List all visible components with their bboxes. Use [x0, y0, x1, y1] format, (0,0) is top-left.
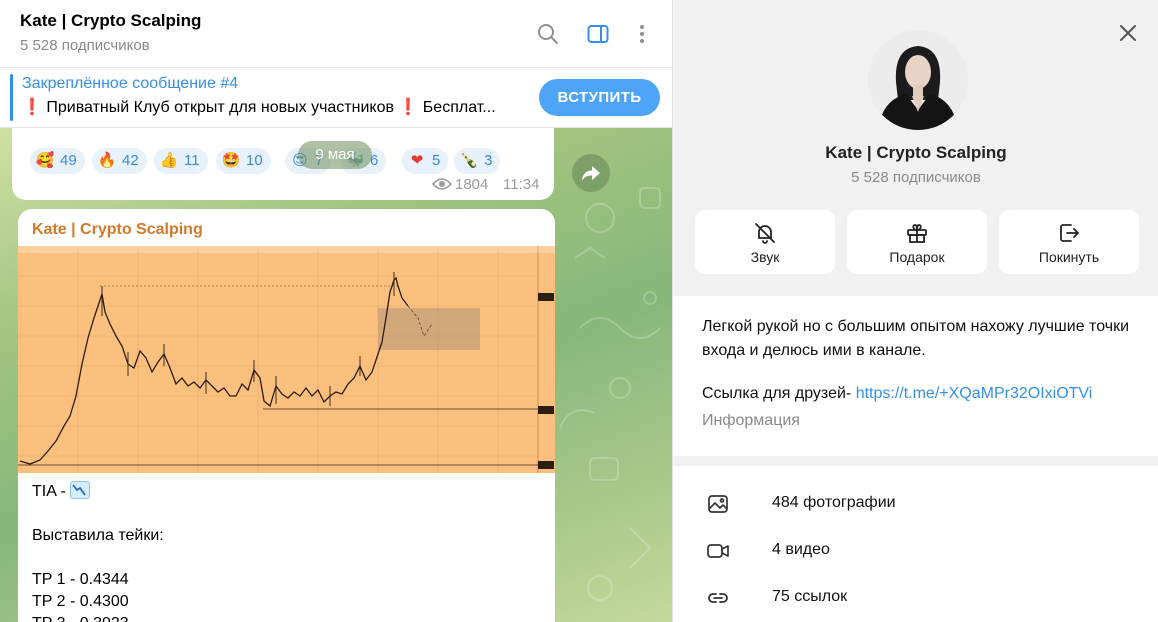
pinned-title: Закреплённое сообщение #4: [22, 75, 239, 92]
message-author[interactable]: Kate | Crypto Scalping: [32, 221, 203, 239]
reaction-emoji: 🍾: [459, 152, 479, 169]
chart-picture: [18, 246, 555, 473]
reaction-count: 3: [484, 152, 493, 169]
leave-label: Покинуть: [1038, 249, 1100, 265]
reaction-chip[interactable]: 🔥 42: [92, 148, 147, 174]
links-count: 75 ссылок: [772, 588, 848, 605]
reaction-chip[interactable]: 🤩 10: [216, 148, 271, 174]
message-text: TIA - Выставила тейки: TP 1 - 0.4344 TP …: [32, 481, 164, 622]
reaction-count: 10: [246, 152, 263, 169]
sidebar-toggle-icon[interactable]: [586, 22, 610, 46]
message-line: TP 3 - 0.3923: [32, 613, 164, 622]
reaction-chip[interactable]: ❤ 5: [402, 148, 449, 174]
forward-button[interactable]: [572, 154, 610, 192]
message-line: TP 1 - 0.4344: [32, 571, 129, 588]
photos-count: 484 фотографии: [772, 494, 896, 511]
mute-button[interactable]: Звук: [695, 210, 835, 274]
reaction-count: 5: [432, 152, 441, 169]
reaction-chip[interactable]: 👍 11: [154, 148, 208, 174]
channel-description: Легкой рукой но с большим опытом нахожу …: [702, 318, 1130, 359]
video-icon: [707, 544, 729, 558]
gift-button[interactable]: Подарок: [847, 210, 987, 274]
chat-column: Kate | Crypto Scalping 5 528 подписчиков…: [0, 0, 672, 622]
leave-icon: [1060, 224, 1079, 242]
reaction-count: 11: [184, 152, 200, 169]
message-line: TP 2 - 0.4300: [32, 593, 129, 610]
reaction-count: 49: [60, 152, 77, 169]
close-icon[interactable]: [1117, 22, 1139, 44]
message-line: [32, 547, 164, 569]
reaction-chip[interactable]: 🍾 3: [454, 148, 501, 174]
chat-subscriber-count: 5 528 подписчиков: [20, 37, 150, 54]
photo-icon: [708, 495, 728, 513]
eye-icon: [432, 178, 452, 190]
gift-label: Подарок: [889, 249, 945, 265]
message-line: Выставила тейки:: [32, 527, 164, 544]
info-label: Информация: [702, 412, 800, 429]
channel-about-section: Легкой рукой но с большим опытом нахожу …: [673, 296, 1158, 456]
view-count: 1804: [432, 176, 488, 193]
shared-media-section: 484 фотографии 4 видео 75 ссылок: [673, 466, 1158, 622]
links-row[interactable]: 75 ссылок: [673, 574, 1158, 621]
leave-button[interactable]: Покинуть: [999, 210, 1139, 274]
view-count-value: 1804: [455, 176, 489, 193]
message-time: 11:34: [503, 176, 540, 193]
reaction-chip[interactable]: 🥰 49: [30, 148, 85, 174]
photos-row[interactable]: 484 фотографии: [673, 480, 1158, 527]
message-bubble-previous[interactable]: 🥰49 🔥42 👍11 🤩10 😍7 🐳6 ❤5 🍾3 1804 11:34: [12, 118, 554, 200]
avatar[interactable]: [868, 30, 968, 130]
message-line-text: TIA -: [32, 483, 71, 500]
reaction-count: 42: [122, 152, 139, 169]
profile-subscriber-count: 5 528 подписчиков: [851, 169, 981, 186]
trading-chart-image[interactable]: [18, 246, 555, 473]
reaction-emoji: 🥰: [35, 152, 55, 169]
invite-link[interactable]: https://t.me/+XQaMPr32OIxiOTVi: [856, 385, 1093, 402]
mute-label: Звук: [750, 249, 780, 265]
date-separator: 9 мая: [298, 141, 372, 169]
pinned-text: ❗ Приватный Клуб открыт для новых участн…: [22, 99, 496, 116]
bell-off-icon: [755, 223, 775, 244]
avatar-portrait: [868, 30, 968, 130]
profile-title: Kate | Crypto Scalping: [825, 143, 1007, 162]
join-button[interactable]: ВСТУПИТЬ: [539, 79, 660, 116]
gift-icon: [907, 224, 927, 243]
link-prefix: Ссылка для друзей-: [702, 385, 856, 402]
videos-row[interactable]: 4 видео: [673, 527, 1158, 574]
search-icon[interactable]: [536, 22, 560, 46]
chart-decreasing-emoji: [70, 481, 91, 499]
channel-info-panel: Kate | Crypto Scalping 5 528 подписчиков…: [672, 0, 1158, 622]
chat-title[interactable]: Kate | Crypto Scalping: [20, 11, 201, 31]
videos-count: 4 видео: [772, 541, 830, 558]
more-vertical-icon[interactable]: [630, 22, 654, 46]
channel-link-row: Ссылка для друзей- https://t.me/+XQaMPr3…: [702, 385, 1092, 403]
reaction-emoji: 🔥: [97, 152, 117, 169]
reaction-emoji: 👍: [159, 152, 179, 169]
pinned-indicator: [10, 74, 13, 121]
chat-header[interactable]: Kate | Crypto Scalping 5 528 подписчиков: [0, 0, 672, 68]
reaction-emoji: ❤: [410, 152, 424, 169]
reaction-emoji: 🤩: [221, 152, 241, 169]
forward-icon: [582, 166, 600, 181]
link-icon: [708, 593, 728, 603]
message-bubble-post[interactable]: Kate | Crypto Scalping TIA - Выставила т…: [18, 209, 555, 622]
message-line: TIA -: [32, 481, 164, 503]
message-line: [32, 503, 164, 525]
